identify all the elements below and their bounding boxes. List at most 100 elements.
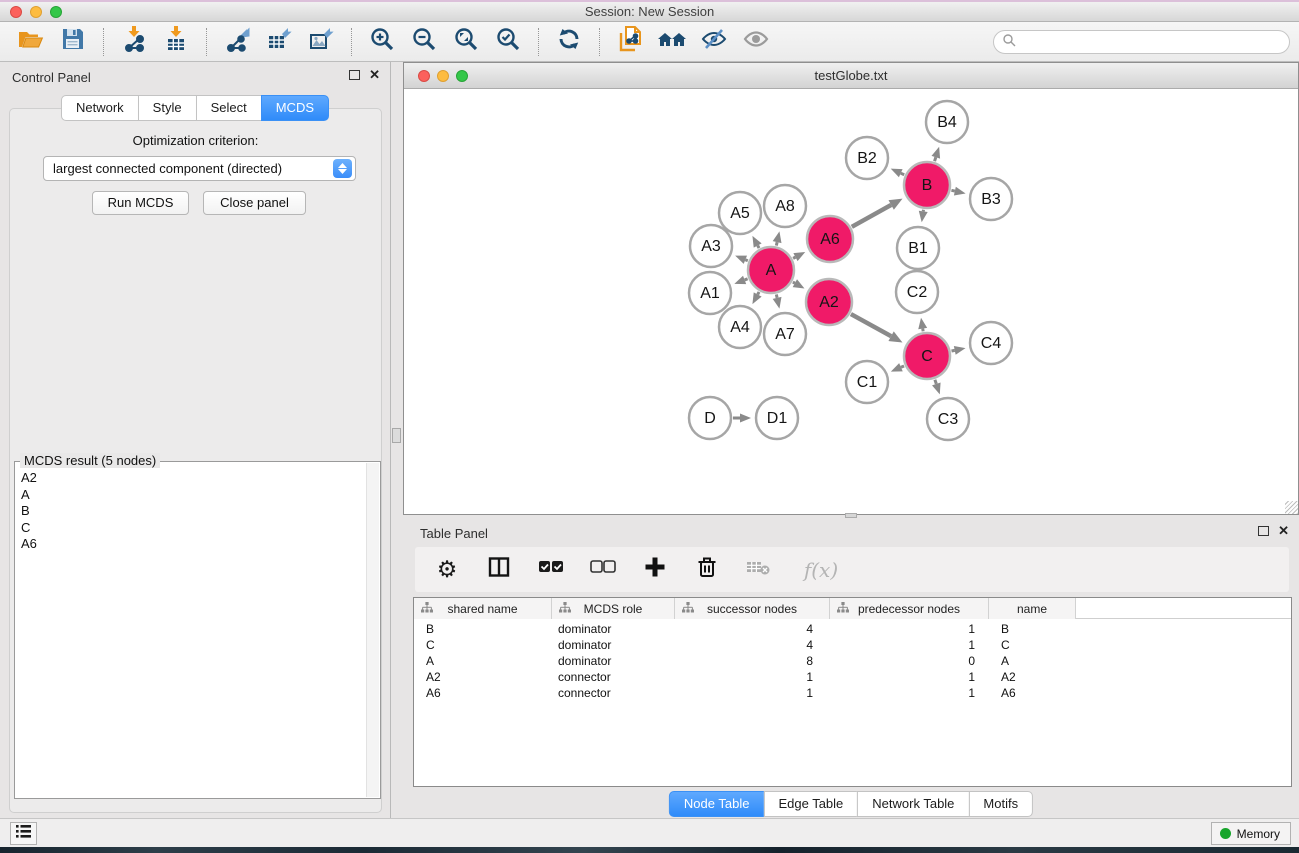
cell-successor-nodes[interactable]: 1 — [675, 686, 830, 700]
cell-predecessor-nodes[interactable]: 0 — [830, 654, 989, 668]
close-panel-button[interactable]: Close panel — [203, 191, 306, 215]
column-header-name[interactable]: name — [989, 598, 1076, 619]
unselect-all-button[interactable] — [589, 557, 617, 583]
column-header-shared-name[interactable]: shared name — [414, 598, 552, 619]
result-item[interactable]: A2 — [21, 470, 37, 487]
graph-edge-A-A2[interactable] — [793, 282, 795, 283]
resize-grip-icon[interactable] — [1285, 501, 1298, 514]
graph-edge-A-A3[interactable] — [745, 260, 747, 261]
import-network-button[interactable] — [118, 26, 150, 58]
float-table-panel-icon[interactable] — [1258, 526, 1269, 536]
cell-predecessor-nodes[interactable]: 1 — [830, 670, 989, 684]
result-item[interactable]: B — [21, 503, 37, 520]
import-table-button[interactable] — [160, 26, 192, 58]
table-settings-button[interactable]: ⚙ — [433, 557, 461, 583]
cell-predecessor-nodes[interactable]: 1 — [830, 638, 989, 652]
graph-edge-B-B4[interactable] — [935, 157, 936, 161]
column-header-predecessor-nodes[interactable]: predecessor nodes — [830, 598, 989, 619]
zoom-selected-button[interactable] — [492, 26, 524, 58]
graph-edge-A-A5[interactable] — [758, 246, 759, 249]
close-table-panel-icon[interactable]: ✕ — [1278, 525, 1289, 537]
graph-edge-A-A7[interactable] — [776, 294, 777, 297]
search-input[interactable] — [993, 30, 1290, 54]
graph-edge-B-B2[interactable] — [901, 173, 904, 175]
graph-edge-A2-C[interactable] — [851, 314, 891, 336]
show-graphics-button[interactable] — [740, 26, 772, 58]
network-canvas[interactable]: B4B2BB3A5A8A6B1A3AC2A1A2A4A7C4CC1C3DD1 — [404, 89, 1298, 514]
cell-mcds-role[interactable]: connector — [552, 686, 675, 700]
zoom-fit-button[interactable] — [450, 26, 482, 58]
select-all-button[interactable] — [537, 557, 565, 583]
memory-button[interactable]: Memory — [1211, 822, 1291, 845]
export-network-button[interactable] — [221, 26, 253, 58]
graph-edge-A-A6[interactable] — [793, 257, 795, 258]
save-session-button[interactable] — [57, 26, 89, 58]
cell-name[interactable]: A2 — [989, 670, 1076, 684]
graph-edge-A-A8[interactable] — [776, 242, 777, 245]
graph-edge-A-A1[interactable] — [745, 279, 748, 280]
cell-mcds-role[interactable]: connector — [552, 670, 675, 684]
tab-style[interactable]: Style — [138, 95, 197, 121]
cell-successor-nodes[interactable]: 4 — [675, 638, 830, 652]
zoom-in-button[interactable] — [366, 26, 398, 58]
open-file-button[interactable] — [15, 26, 47, 58]
cell-name[interactable]: B — [989, 622, 1076, 636]
result-item[interactable]: A — [21, 487, 37, 504]
graph-edge-C-C3[interactable] — [935, 380, 936, 384]
cell-successor-nodes[interactable]: 4 — [675, 622, 830, 636]
cell-name[interactable]: A — [989, 654, 1076, 668]
graph-edge-A-A4[interactable] — [758, 292, 759, 295]
cell-successor-nodes[interactable]: 8 — [675, 654, 830, 668]
network-window-titlebar[interactable]: testGlobe.txt — [404, 63, 1298, 89]
cell-shared-name[interactable]: A6 — [414, 686, 552, 700]
float-panel-icon[interactable] — [349, 70, 360, 80]
run-mcds-button[interactable]: Run MCDS — [92, 191, 189, 215]
cell-predecessor-nodes[interactable]: 1 — [830, 686, 989, 700]
table-row[interactable]: C dominator 4 1 C — [414, 637, 1291, 653]
close-panel-icon[interactable]: ✕ — [369, 69, 380, 81]
tab-node-table[interactable]: Node Table — [669, 791, 765, 817]
home-button[interactable] — [656, 26, 688, 58]
tab-mcds[interactable]: MCDS — [261, 95, 329, 121]
function-builder-button[interactable]: f(x) — [797, 557, 845, 583]
tab-edge-table[interactable]: Edge Table — [763, 791, 858, 817]
graph-edge-A6-B[interactable] — [852, 205, 891, 227]
hide-graphics-button[interactable] — [698, 26, 730, 58]
table-row[interactable]: A6 connector 1 1 A6 — [414, 685, 1291, 701]
column-header-successor-nodes[interactable]: successor nodes — [675, 598, 830, 619]
cell-shared-name[interactable]: A — [414, 654, 552, 668]
clone-network-button[interactable] — [614, 26, 646, 58]
table-row[interactable]: A2 connector 1 1 A2 — [414, 669, 1291, 685]
table-row[interactable]: B dominator 4 1 B — [414, 621, 1291, 637]
export-table-button[interactable] — [263, 26, 295, 58]
cell-successor-nodes[interactable]: 1 — [675, 670, 830, 684]
tab-network[interactable]: Network — [61, 95, 139, 121]
cell-shared-name[interactable]: C — [414, 638, 552, 652]
graph-edge-C-C1[interactable] — [901, 366, 904, 367]
graph-edge-B-B3[interactable] — [951, 190, 954, 191]
create-column-button[interactable] — [641, 557, 669, 583]
cell-mcds-role[interactable]: dominator — [552, 622, 675, 636]
task-history-button[interactable] — [10, 822, 37, 845]
tab-motifs[interactable]: Motifs — [968, 791, 1033, 817]
cell-name[interactable]: A6 — [989, 686, 1076, 700]
zoom-out-button[interactable] — [408, 26, 440, 58]
cell-shared-name[interactable]: B — [414, 622, 552, 636]
cell-mcds-role[interactable]: dominator — [552, 638, 675, 652]
result-scrollbar[interactable] — [366, 463, 379, 797]
show-column-button[interactable] — [485, 557, 513, 583]
tab-network-table[interactable]: Network Table — [857, 791, 969, 817]
delete-column-button[interactable] — [693, 557, 721, 583]
result-item[interactable]: A6 — [21, 536, 37, 553]
network-graph[interactable]: B4B2BB3A5A8A6B1A3AC2A1A2A4A7C4CC1C3DD1 — [404, 89, 1298, 514]
cell-name[interactable]: C — [989, 638, 1076, 652]
cell-shared-name[interactable]: A2 — [414, 670, 552, 684]
cell-predecessor-nodes[interactable]: 1 — [830, 622, 989, 636]
table-row[interactable]: A dominator 8 0 A — [414, 653, 1291, 669]
vertical-splitter-handle[interactable] — [392, 428, 401, 443]
column-header-mcds-role[interactable]: MCDS role — [552, 598, 675, 619]
result-item[interactable]: C — [21, 520, 37, 537]
refresh-button[interactable] — [553, 26, 585, 58]
graph-edge-C-C4[interactable] — [951, 350, 954, 351]
tab-select[interactable]: Select — [196, 95, 262, 121]
